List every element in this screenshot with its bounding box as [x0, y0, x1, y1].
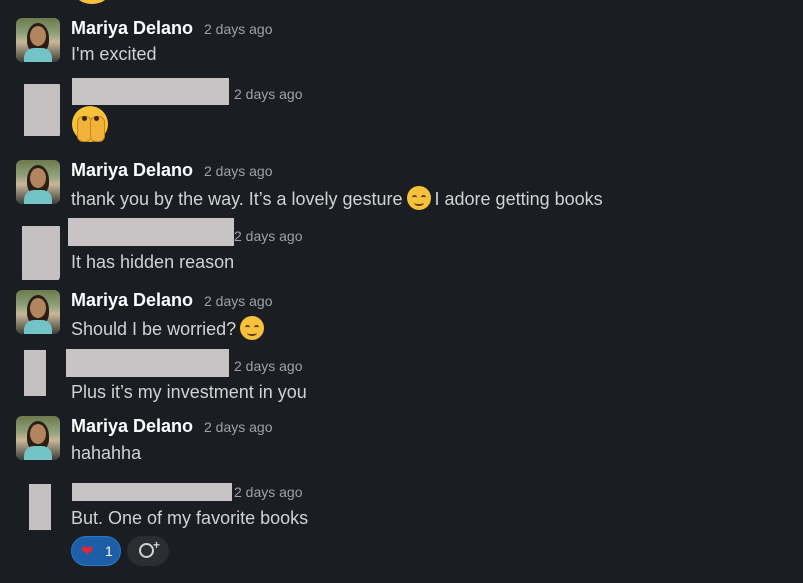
message-text-part: thank you by the way. It’s a lovely gest… [71, 189, 403, 209]
author-name-redacted [72, 78, 229, 105]
avatar[interactable] [16, 222, 60, 282]
timestamp[interactable]: 2 days ago [234, 358, 303, 374]
plus-icon: + [153, 538, 161, 552]
tears-of-joy-emoji [240, 316, 265, 340]
avatar[interactable] [16, 160, 60, 204]
message-text: It has hidden reason [71, 252, 235, 272]
author-name[interactable]: Mariya Delano [71, 416, 193, 437]
author-name[interactable]: Mariya Delano [71, 290, 193, 311]
timestamp[interactable]: 2 days ago [234, 484, 303, 500]
heart-reaction-button[interactable]: ❤ 1 [71, 536, 121, 566]
message-text: I'm excited [71, 44, 157, 64]
message-text: But. One of my favorite books [71, 508, 309, 528]
message-text: Plus it’s my investment in you [71, 382, 307, 402]
author-name-redacted [72, 483, 232, 501]
see-no-evil-emoji [72, 106, 108, 142]
message-text: Should I be worried? [71, 316, 268, 340]
emoji-reaction-partial [74, 0, 110, 4]
timestamp[interactable]: 2 days ago [234, 86, 303, 102]
avatar[interactable] [16, 350, 60, 400]
avatar[interactable] [16, 290, 60, 334]
add-reaction-icon [139, 543, 154, 558]
add-reaction-button[interactable]: + [127, 536, 169, 566]
author-name-redacted [66, 349, 229, 377]
message-text-part: I adore getting books [434, 189, 603, 209]
author-name[interactable]: Mariya Delano [71, 160, 193, 181]
avatar[interactable] [16, 482, 60, 532]
avatar[interactable] [16, 80, 60, 140]
message-text: hahahha [71, 443, 142, 463]
reaction-count: 1 [105, 543, 113, 559]
smiling-face-emoji [406, 186, 431, 210]
avatar[interactable] [16, 416, 60, 460]
timestamp[interactable]: 2 days ago [204, 21, 273, 37]
timestamp[interactable]: 2 days ago [204, 419, 273, 435]
author-name[interactable]: Mariya Delano [71, 18, 193, 39]
timestamp[interactable]: 2 days ago [234, 228, 303, 244]
author-name-redacted [68, 218, 234, 246]
timestamp[interactable]: 2 days ago [204, 293, 273, 309]
heart-icon: ❤ [81, 543, 94, 560]
avatar[interactable] [16, 18, 60, 62]
timestamp[interactable]: 2 days ago [204, 163, 273, 179]
message-text: thank you by the way. It’s a lovely gest… [71, 186, 603, 210]
message-text-part: Should I be worried? [71, 319, 237, 339]
